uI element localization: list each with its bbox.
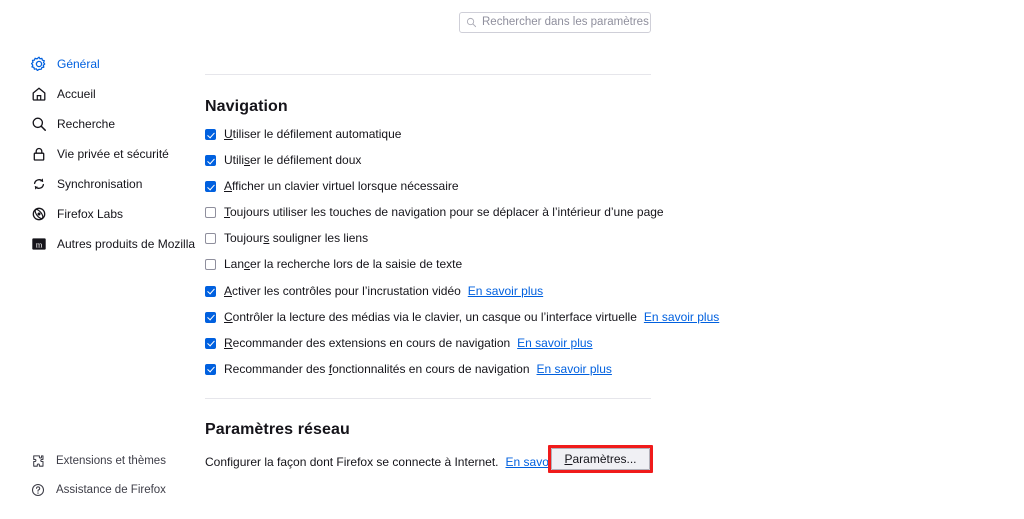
accesskey-letter: A bbox=[224, 179, 233, 194]
learn-more-link[interactable]: En savoir plus bbox=[468, 284, 543, 298]
sync-icon bbox=[33, 178, 45, 190]
checkbox-3[interactable] bbox=[205, 207, 216, 219]
sidebar-item-label: Accueil bbox=[57, 87, 96, 101]
checkbox-4[interactable] bbox=[205, 233, 216, 245]
accesskey-letter: T bbox=[224, 205, 230, 220]
sidebar-item-search[interactable]: Recherche bbox=[0, 112, 200, 136]
accesskey-letter: f bbox=[328, 361, 333, 376]
search-placeholder-text: Rechercher dans les paramètres bbox=[482, 15, 649, 28]
checkbox-9[interactable] bbox=[205, 363, 216, 375]
sidebar-secondary-nav: Extensions et thèmes Assistance de Firef… bbox=[0, 450, 200, 508]
checkbox-row[interactable]: Contrôler la lecture des médias via le c… bbox=[205, 309, 719, 336]
accesskey-letter: U bbox=[224, 127, 233, 141]
checkbox-label: Utiliser le défilement automatique bbox=[224, 127, 402, 141]
sidebar-item-general[interactable]: Général bbox=[0, 52, 200, 76]
section-divider-top bbox=[205, 74, 651, 75]
checkbox-8[interactable] bbox=[205, 337, 216, 349]
page-title-navigation: Navigation bbox=[205, 98, 288, 115]
sidebar-item-privacy-security[interactable]: Vie privée et sécurité bbox=[0, 142, 200, 166]
accesskey-letter: C bbox=[224, 309, 233, 324]
checkbox-label: Utiliser le défilement doux bbox=[224, 153, 362, 168]
checkbox-label: Recommander des fonctionnalités en cours… bbox=[224, 361, 530, 376]
sidebar-item-home[interactable]: Accueil bbox=[0, 82, 200, 106]
navigation-options-list: Utiliser le défilement automatique Utilis… bbox=[205, 127, 719, 388]
sidebar-primary-nav: Général Accueil Recherche Vie privée et … bbox=[0, 52, 200, 262]
accesskey-letter: s bbox=[263, 231, 270, 246]
checkbox-row[interactable]: Activer les contrôles pour l’incrustatio… bbox=[205, 284, 665, 310]
checkbox-label: Contrôler la lecture des médias via le c… bbox=[224, 309, 637, 324]
search-input[interactable]: Rechercher dans les paramètres bbox=[459, 12, 651, 33]
learn-more-link[interactable]: En savoir plus bbox=[644, 310, 719, 324]
network-description-text: Configurer la façon dont Firefox se conn… bbox=[205, 455, 499, 469]
checkbox-6[interactable] bbox=[205, 285, 216, 297]
page-title-network: Paramètres réseau bbox=[205, 421, 350, 438]
checkbox-row[interactable]: Recommander des extensions en cours de n… bbox=[205, 336, 665, 362]
sidebar-item-label: Extensions et thèmes bbox=[56, 455, 166, 467]
network-settings-button[interactable]: Paramètres... bbox=[551, 448, 650, 470]
question-circle-icon bbox=[31, 483, 45, 497]
checkbox-label: Toujours souligner les liens bbox=[224, 231, 369, 246]
atom-icon bbox=[32, 207, 46, 221]
gear-icon bbox=[31, 56, 46, 72]
accesskey-letter: c bbox=[244, 257, 251, 272]
checkbox-label: Afficher un clavier virtuel lorsque néce… bbox=[224, 179, 459, 194]
checkbox-label: Recommander des extensions en cours de n… bbox=[224, 335, 511, 350]
home-icon bbox=[32, 87, 46, 101]
checkbox-1[interactable] bbox=[205, 155, 216, 167]
checkbox-row[interactable]: Afficher un clavier virtuel lorsque néce… bbox=[205, 179, 665, 205]
checkbox-label: Toujours utiliser les touches de navigat… bbox=[224, 205, 664, 220]
checkbox-row[interactable]: Toujours souligner les liens bbox=[205, 231, 665, 257]
sidebar-item-label: Recherche bbox=[57, 117, 116, 131]
sidebar-item-other-mozilla-products[interactable]: m Autres produits de Mozilla bbox=[0, 232, 200, 256]
puzzle-piece-icon bbox=[33, 455, 44, 467]
checkbox-row[interactable]: Toujours utiliser les touches de navigat… bbox=[205, 205, 665, 231]
svg-text:m: m bbox=[36, 239, 43, 249]
checkbox-row[interactable]: Utiliser le défilement automatique bbox=[205, 127, 665, 153]
learn-more-link[interactable]: En savoir plus bbox=[517, 336, 592, 350]
checkbox-label: Activer les contrôles pour l’incrustatio… bbox=[224, 283, 461, 298]
sidebar-item-firefox-support[interactable]: Assistance de Firefox bbox=[0, 479, 200, 501]
checkbox-0[interactable] bbox=[205, 129, 216, 140]
checkbox-5[interactable] bbox=[205, 259, 216, 271]
checkbox-row[interactable]: Lancer la recherche lors de la saisie de… bbox=[205, 257, 665, 283]
search-icon bbox=[466, 17, 477, 28]
accesskey-letter: s bbox=[244, 153, 250, 168]
settings-sidebar: Général Accueil Recherche Vie privée et … bbox=[0, 0, 200, 519]
accesskey-letter: A bbox=[224, 283, 233, 298]
lock-icon bbox=[33, 147, 45, 161]
checkbox-row[interactable]: Recommander des fonctionnalités en cours… bbox=[205, 362, 665, 388]
mozilla-m-icon: m bbox=[32, 238, 46, 250]
sidebar-item-label: Général bbox=[57, 57, 100, 71]
checkbox-7[interactable] bbox=[205, 311, 216, 323]
sidebar-item-label: Autres produits de Mozilla bbox=[57, 237, 196, 251]
checkbox-label: Lancer la recherche lors de la saisie de… bbox=[224, 257, 463, 272]
learn-more-link[interactable]: En savoir plus bbox=[537, 362, 612, 376]
sidebar-item-label: Synchronisation bbox=[57, 177, 143, 191]
sidebar-item-label: Firefox Labs bbox=[57, 207, 124, 221]
sidebar-item-firefox-labs[interactable]: Firefox Labs bbox=[0, 202, 200, 226]
sidebar-item-extensions-themes[interactable]: Extensions et thèmes bbox=[0, 450, 200, 472]
sidebar-item-sync[interactable]: Synchronisation bbox=[0, 172, 200, 196]
sidebar-item-label: Assistance de Firefox bbox=[56, 484, 166, 496]
accesskey-letter: R bbox=[224, 335, 233, 350]
section-divider-bottom bbox=[205, 398, 651, 399]
search-icon bbox=[32, 117, 46, 131]
sidebar-item-label: Vie privée et sécurité bbox=[57, 147, 169, 161]
checkbox-2[interactable] bbox=[205, 181, 216, 193]
checkbox-row[interactable]: Utiliser le défilement doux bbox=[205, 153, 665, 179]
network-settings-button-label: Paramètres... bbox=[564, 452, 637, 466]
